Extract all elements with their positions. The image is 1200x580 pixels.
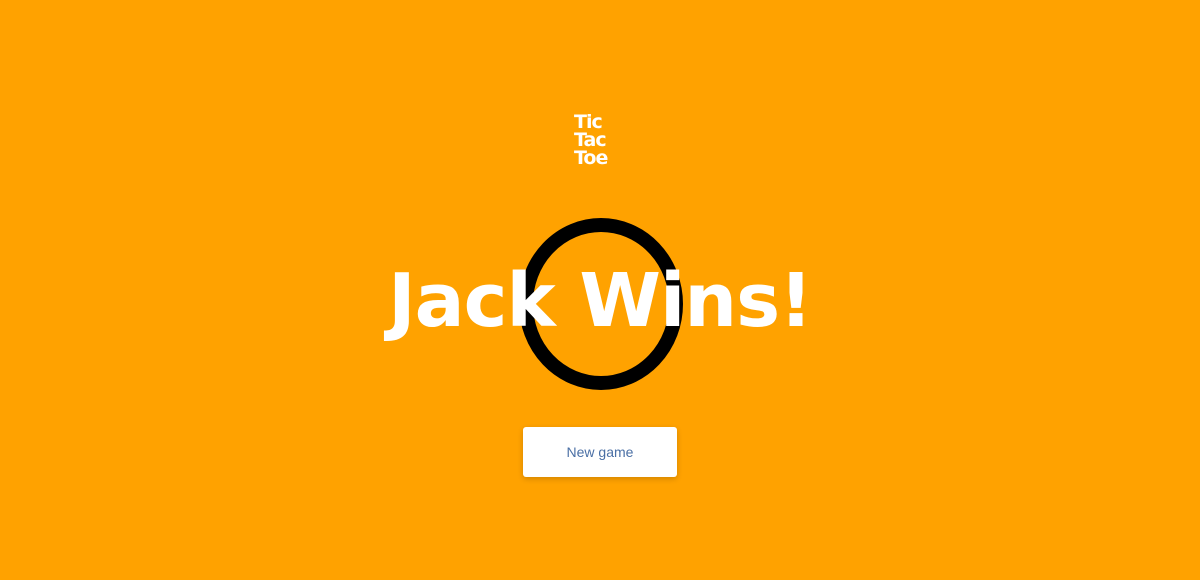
logo-line-toe: Toe [574, 147, 608, 169]
logo: Tic Tac Toe [574, 113, 626, 169]
winner-message: Jack Wins! [388, 258, 813, 344]
result-banner: Jack Wins! [0, 215, 1200, 395]
new-game-button[interactable]: New game [523, 427, 677, 477]
